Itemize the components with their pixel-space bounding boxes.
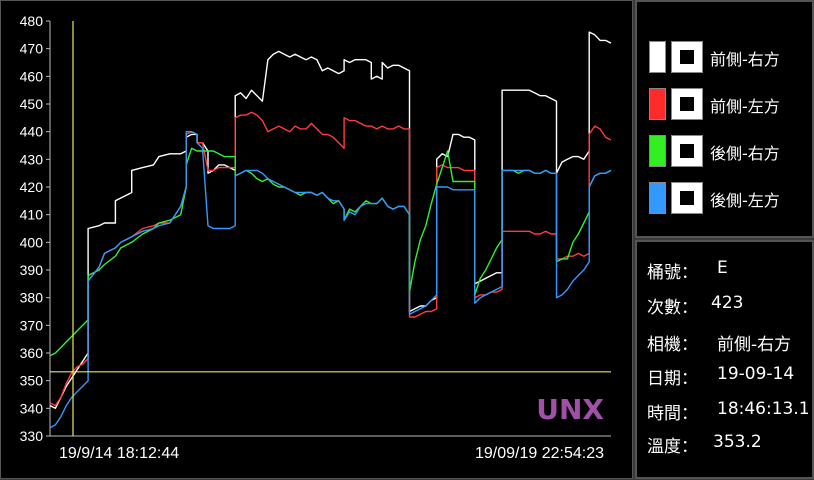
y-tick-label: 390 (20, 262, 44, 278)
x-end-label: 19/09/19 22:54:23 (475, 445, 604, 462)
y-tick-label: 470 (20, 41, 44, 57)
legend-panel: 前側-右方 前側-左方 後側-右方 後側-左方 (635, 0, 814, 238)
count-value: 423 (711, 293, 744, 313)
series-color-swatch (649, 182, 666, 214)
series-line-0 (49, 31, 612, 409)
legend-label: 後側-左方 (710, 191, 780, 210)
watermark-logo: UNX (536, 393, 604, 426)
legend-label: 前側-左方 (710, 97, 780, 116)
x-start-label: 19/9/14 18:12:44 (59, 445, 179, 462)
time-label: 時間： (647, 404, 698, 424)
checkbox-icon[interactable] (671, 41, 703, 73)
y-tick-label: 330 (20, 428, 44, 444)
date-value: 19-09-14 (717, 364, 795, 384)
y-tick-label: 460 (20, 68, 44, 84)
y-tick-label: 360 (20, 345, 44, 361)
series-color-swatch (649, 135, 666, 167)
camera-label: 相機： (647, 335, 698, 355)
date-label: 日期： (647, 369, 698, 389)
series-line-3 (49, 131, 612, 429)
time-value: 18:46:13.1 (717, 399, 810, 419)
series-color-swatch (649, 88, 666, 120)
series-line-1 (49, 111, 612, 407)
y-tick-label: 400 (20, 234, 44, 250)
legend-item-front-left[interactable]: 前側-左方 (649, 87, 809, 123)
temperature-value: 353.2 (713, 432, 762, 452)
y-tick-label: 410 (20, 207, 44, 223)
bucket-value: E (717, 258, 728, 278)
series-color-swatch (649, 41, 666, 73)
camera-value: 前側-右方 (717, 335, 792, 355)
checkbox-icon[interactable] (671, 182, 703, 214)
checkbox-icon[interactable] (671, 88, 703, 120)
y-tick-label: 350 (20, 373, 44, 389)
legend-label: 前側-右方 (710, 50, 780, 69)
y-tick-label: 340 (20, 400, 44, 416)
chart-panel: 330 340 350 360 370 380 390 400 410 420 430 440 450 4… (0, 0, 633, 479)
temperature-label: 溫度： (647, 437, 698, 457)
line-chart[interactable]: 330 340 350 360 370 380 390 400 410 420 430 440 450 4… (1, 1, 634, 480)
y-tick-label: 420 (20, 179, 44, 195)
info-panel: 桶號： E 次數： 423 相機： 前側-右方 日期： 19-09-14 時間：… (635, 240, 814, 479)
y-tick-label: 450 (20, 96, 44, 112)
legend-label: 後側-右方 (710, 144, 780, 163)
bucket-label: 桶號： (647, 263, 698, 283)
legend-item-front-right[interactable]: 前側-右方 (649, 40, 809, 76)
y-tick-label: 430 (20, 151, 44, 167)
count-label: 次數： (647, 298, 698, 318)
legend-item-rear-left[interactable]: 後側-左方 (649, 181, 809, 217)
checkbox-icon[interactable] (671, 135, 703, 167)
y-tick-label: 380 (20, 290, 44, 306)
y-tick-label: 480 (20, 13, 44, 29)
y-tick-label: 440 (20, 124, 44, 140)
y-tick-label: 370 (20, 317, 44, 333)
series-line-2 (49, 147, 612, 357)
legend-item-rear-right[interactable]: 後側-右方 (649, 134, 809, 170)
